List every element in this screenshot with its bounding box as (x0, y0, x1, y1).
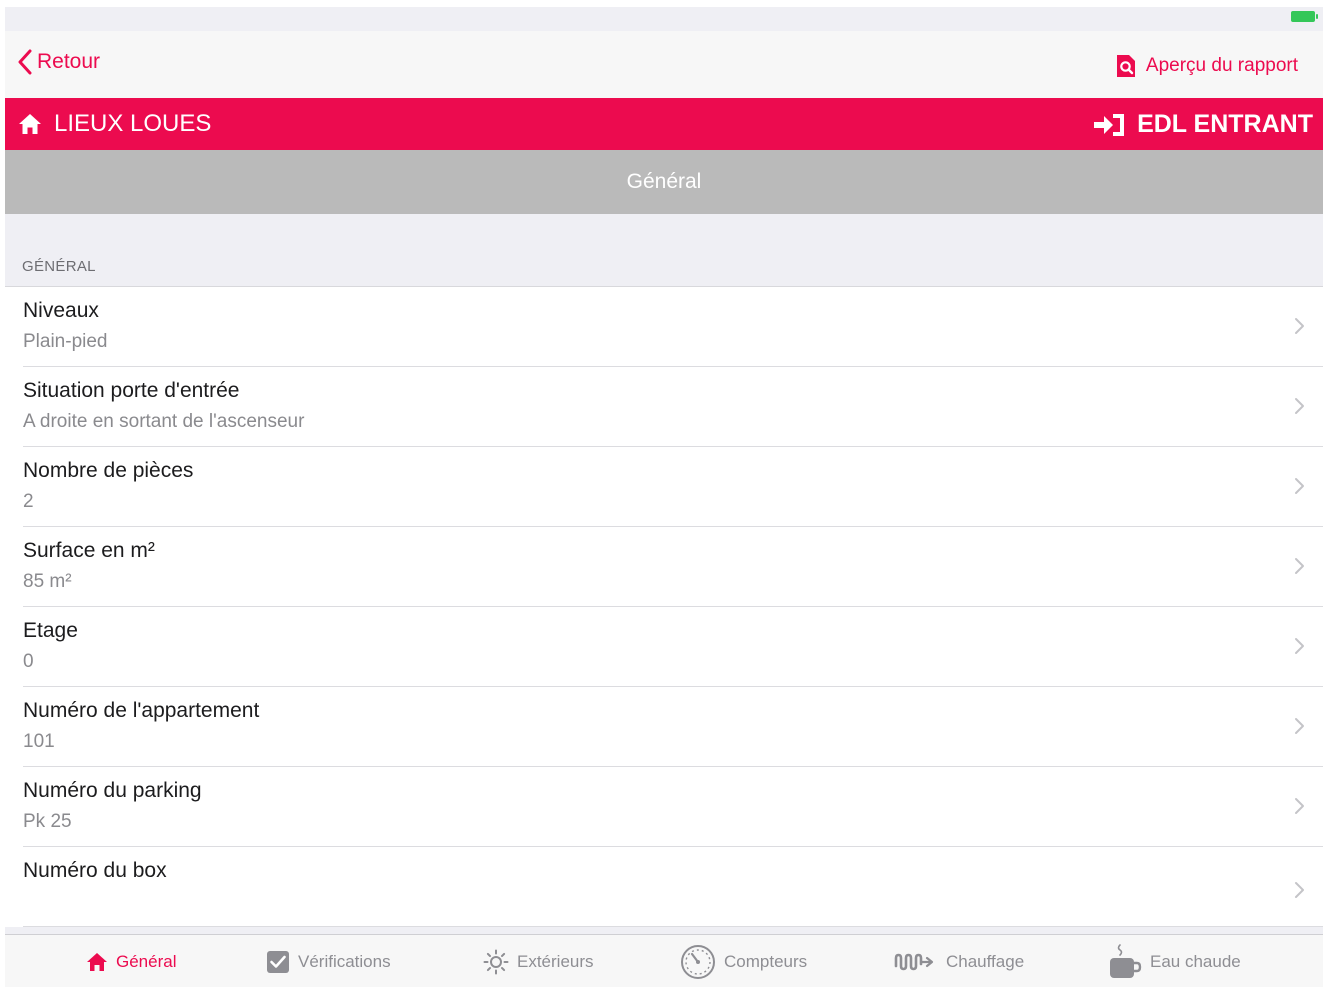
row-value: A droite en sortant de l'ascenseur (23, 411, 305, 432)
tab-label: Chauffage (946, 951, 1025, 971)
chevron-right-icon (1295, 558, 1304, 574)
row-surface[interactable]: Surface en m² 85 m² (5, 527, 1323, 607)
rented-premises-label: LIEUX LOUES (54, 110, 212, 137)
row-title: Numéro du parking (23, 779, 202, 802)
chevron-right-icon (1295, 798, 1304, 814)
navigation-bar: Retour Aperçu du rapport (5, 31, 1323, 98)
inspection-type-label: EDL ENTRANT (1137, 110, 1313, 138)
row-title: Niveaux (23, 299, 99, 322)
settings-list: Niveaux Plain-pied Situation porte d'ent… (5, 286, 1323, 927)
row-value: Pk 25 (23, 811, 72, 832)
group-header: GÉNÉRAL (22, 258, 96, 275)
row-numero-appartement[interactable]: Numéro de l'appartement 101 (5, 687, 1323, 767)
chevron-right-icon (1295, 478, 1304, 494)
battery-icon (1291, 11, 1318, 22)
row-value: 2 (23, 491, 34, 512)
row-numero-box[interactable]: Numéro du box (5, 847, 1323, 927)
tab-verifications[interactable]: Vérifications (266, 935, 391, 987)
checkbox-icon (267, 950, 289, 973)
row-value: Plain-pied (23, 331, 108, 352)
chevron-left-icon (18, 49, 32, 75)
back-button[interactable]: Retour (17, 49, 100, 75)
tab-label: Général (116, 951, 177, 971)
status-bar (5, 7, 1323, 31)
tab-label: Vérifications (298, 951, 391, 971)
row-title: Numéro du box (23, 859, 167, 882)
sign-in-icon (1094, 113, 1125, 136)
app-frame: Retour Aperçu du rapport LIEUX LOUES EDL… (5, 7, 1323, 987)
chevron-right-icon (1295, 638, 1304, 654)
context-header: LIEUX LOUES EDL ENTRANT (5, 98, 1323, 150)
tab-label: Compteurs (724, 951, 808, 971)
tab-eau-chaude[interactable]: Eau chaude (1108, 935, 1241, 987)
sun-icon (483, 949, 509, 974)
row-value: 0 (23, 651, 34, 672)
row-numero-parking[interactable]: Numéro du parking Pk 25 (5, 767, 1323, 847)
chevron-right-icon (1295, 882, 1304, 898)
row-etage[interactable]: Etage 0 (5, 607, 1323, 687)
report-preview-button[interactable]: Aperçu du rapport (1115, 53, 1298, 79)
tab-exterieurs[interactable]: Extérieurs (483, 935, 594, 987)
row-nombre-pieces[interactable]: Nombre de pièces 2 (5, 447, 1323, 527)
tab-compteurs[interactable]: Compteurs (680, 935, 807, 987)
row-title: Nombre de pièces (23, 459, 194, 482)
row-title: Surface en m² (23, 539, 155, 562)
document-search-icon (1116, 55, 1135, 77)
radiator-icon (894, 953, 934, 970)
hot-water-icon (1110, 943, 1142, 978)
rented-premises-title: LIEUX LOUES (18, 110, 211, 138)
row-value: 85 m² (23, 571, 72, 592)
chevron-right-icon (1295, 318, 1304, 334)
bottom-tab-bar: Général Vérifications Extérieurs Compteu… (5, 934, 1323, 987)
tab-general[interactable]: Général (86, 935, 176, 987)
report-preview-label: Aperçu du rapport (1145, 55, 1298, 76)
chevron-right-icon (1295, 718, 1304, 734)
back-button-label: Retour (37, 50, 101, 73)
row-value: 101 (23, 731, 55, 752)
chevron-right-icon (1295, 398, 1304, 414)
inspection-type: EDL ENTRANT (1093, 110, 1313, 139)
section-title: Général (5, 150, 1323, 214)
row-title: Numéro de l'appartement (23, 699, 260, 722)
row-niveaux[interactable]: Niveaux Plain-pied (5, 287, 1323, 367)
row-situation-porte[interactable]: Situation porte d'entrée A droite en sor… (5, 367, 1323, 447)
status-right (1285, 11, 1318, 22)
home-icon (87, 952, 107, 971)
home-icon (19, 114, 41, 134)
tab-label: Extérieurs (517, 951, 594, 971)
row-title: Etage (23, 619, 78, 642)
tab-label: Eau chaude (1150, 951, 1241, 971)
tab-chauffage[interactable]: Chauffage (894, 935, 1024, 987)
row-title: Situation porte d'entrée (23, 379, 240, 402)
gauge-icon (681, 944, 715, 979)
